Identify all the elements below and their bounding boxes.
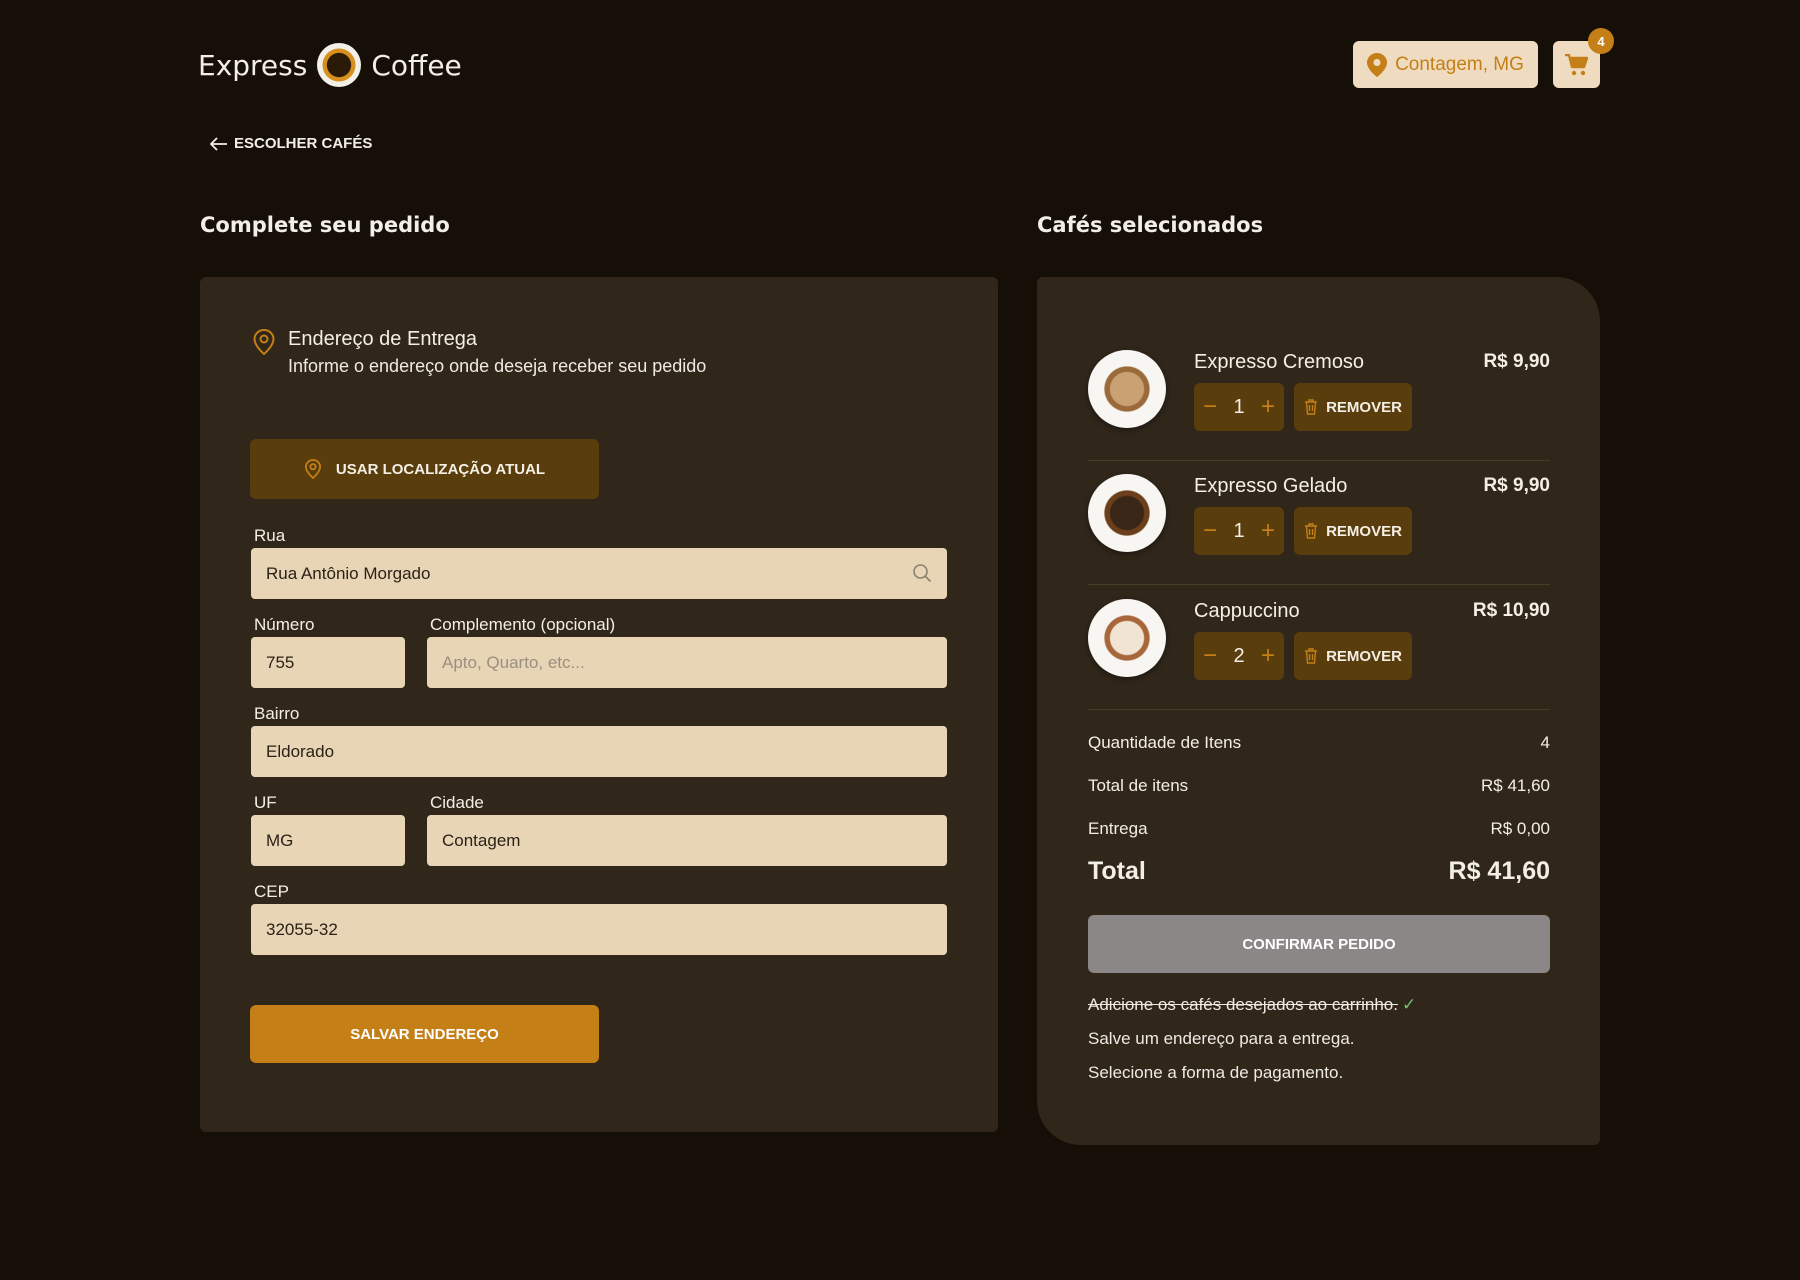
plus-icon[interactable]: +: [1261, 395, 1275, 419]
logo-text-right: Coffee: [371, 48, 462, 82]
bairro-input[interactable]: [251, 726, 947, 777]
checklist-item-done: Adicione os cafés desejados ao carrinho.…: [1088, 995, 1416, 1015]
minus-icon[interactable]: −: [1203, 644, 1217, 668]
uf-label: UF: [254, 793, 277, 812]
map-pin-icon: [1367, 52, 1388, 77]
cart-section-title: Cafés selecionados: [1037, 213, 1264, 237]
check-icon: ✓: [1401, 995, 1417, 1014]
summary-quantity-label: Quantidade de Itens: [1088, 733, 1242, 752]
address-title: Endereço de Entrega: [288, 328, 478, 350]
address-subtitle: Informe o endereço onde deseja receber s…: [288, 356, 707, 376]
complemento-input[interactable]: [427, 637, 947, 688]
quantity-value: 2: [1233, 644, 1245, 667]
back-label: ESCOLHER CAFÉS: [234, 135, 373, 152]
summary-delivery-label: Entrega: [1088, 819, 1148, 838]
checklist-item: Selecione a forma de pagamento.: [1088, 1063, 1344, 1082]
item-price: R$ 9,90: [1483, 351, 1550, 372]
form-section-title: Complete seu pedido: [200, 213, 450, 237]
bairro-label: Bairro: [254, 704, 300, 723]
minus-icon[interactable]: −: [1203, 519, 1217, 543]
minus-icon[interactable]: −: [1203, 395, 1217, 419]
remove-label: REMOVER: [1326, 522, 1402, 540]
cart-item: Expresso Cremoso R$ 9,90 − 1 + REMOVER: [1088, 337, 1550, 461]
address-form-card: Endereço de Entrega Informe o endereço o…: [200, 277, 998, 1132]
checklist-text: Adicione os cafés desejados ao carrinho.: [1088, 995, 1398, 1014]
remove-label: REMOVER: [1326, 398, 1402, 416]
rua-input[interactable]: [251, 548, 947, 599]
summary-delivery-row: Entrega R$ 0,00: [1088, 819, 1550, 839]
arrow-left-icon: [210, 136, 227, 151]
item-price: R$ 9,90: [1483, 475, 1550, 496]
numero-label: Número: [254, 615, 315, 634]
summary-total-row: Total R$ 41,60: [1088, 857, 1550, 886]
trash-icon: [1305, 648, 1318, 664]
cep-input[interactable]: [251, 904, 947, 955]
trash-icon: [1305, 399, 1318, 415]
quantity-stepper: − 1 +: [1194, 383, 1284, 431]
address-header: Endereço de Entrega Informe o endereço o…: [252, 328, 706, 377]
confirm-order-button[interactable]: CONFIRMAR PEDIDO: [1088, 915, 1550, 973]
cart-item: Expresso Gelado R$ 9,90 − 1 + REMOVER: [1088, 461, 1550, 585]
summary-quantity-row: Quantidade de Itens 4: [1088, 733, 1550, 753]
search-icon[interactable]: [912, 563, 932, 583]
remove-button[interactable]: REMOVER: [1294, 507, 1412, 555]
quantity-stepper: − 2 +: [1194, 632, 1284, 680]
use-current-location-button[interactable]: USAR LOCALIZAÇÃO ATUAL: [250, 439, 599, 499]
summary-items-total-row: Total de itens R$ 41,60: [1088, 776, 1550, 796]
logo[interactable]: Express Coffee: [198, 42, 462, 88]
back-to-coffees-link[interactable]: ESCOLHER CAFÉS: [210, 135, 372, 152]
numero-input[interactable]: [251, 637, 405, 688]
quantity-value: 1: [1233, 519, 1245, 542]
location-chip[interactable]: Contagem, MG: [1353, 41, 1538, 88]
rua-label: Rua: [254, 526, 286, 545]
coffee-image: [1088, 599, 1166, 677]
remove-button[interactable]: REMOVER: [1294, 383, 1412, 431]
item-name: Expresso Cremoso: [1194, 351, 1365, 373]
summary-total-label: Total: [1088, 857, 1146, 885]
map-pin-outline-icon: [304, 459, 321, 480]
summary-items-total-value: R$ 41,60: [1481, 776, 1550, 795]
summary-delivery-value: R$ 0,00: [1490, 819, 1550, 838]
quantity-stepper: − 1 +: [1194, 507, 1284, 555]
coffee-image: [1088, 350, 1166, 428]
trash-icon: [1305, 523, 1318, 539]
cart-summary-card: Expresso Cremoso R$ 9,90 − 1 + REMOVER E…: [1037, 277, 1600, 1145]
summary-quantity-value: 4: [1540, 733, 1550, 752]
save-address-button[interactable]: SALVAR ENDEREÇO: [250, 1005, 599, 1063]
logo-text-left: Express: [198, 48, 308, 82]
map-pin-outline-icon: [253, 328, 275, 356]
summary-items-total-label: Total de itens: [1088, 776, 1189, 795]
use-location-label: USAR LOCALIZAÇÃO ATUAL: [335, 460, 546, 478]
cart-item: Cappuccino R$ 10,90 − 2 + REMOVER: [1088, 586, 1550, 710]
remove-button[interactable]: REMOVER: [1294, 632, 1412, 680]
plus-icon[interactable]: +: [1261, 644, 1275, 668]
cep-label: CEP: [254, 882, 289, 901]
item-name: Expresso Gelado: [1194, 475, 1348, 497]
cidade-label: Cidade: [430, 793, 484, 812]
quantity-value: 1: [1233, 395, 1245, 418]
location-label: Contagem, MG: [1395, 53, 1524, 75]
shopping-cart-icon: [1564, 53, 1588, 75]
item-name: Cappuccino: [1194, 600, 1300, 622]
plus-icon[interactable]: +: [1261, 519, 1275, 543]
remove-label: REMOVER: [1326, 647, 1402, 665]
coffee-cup-logo-icon: [317, 43, 362, 87]
uf-input[interactable]: [251, 815, 405, 866]
coffee-image: [1088, 474, 1166, 552]
complemento-label: Complemento (opcional): [430, 615, 616, 634]
item-price: R$ 10,90: [1472, 600, 1550, 621]
cart-count-badge: 4: [1588, 28, 1614, 54]
cidade-input[interactable]: [427, 815, 947, 866]
summary-total-value: R$ 41,60: [1448, 857, 1550, 885]
checklist-item: Salve um endereço para a entrega.: [1088, 1029, 1355, 1048]
